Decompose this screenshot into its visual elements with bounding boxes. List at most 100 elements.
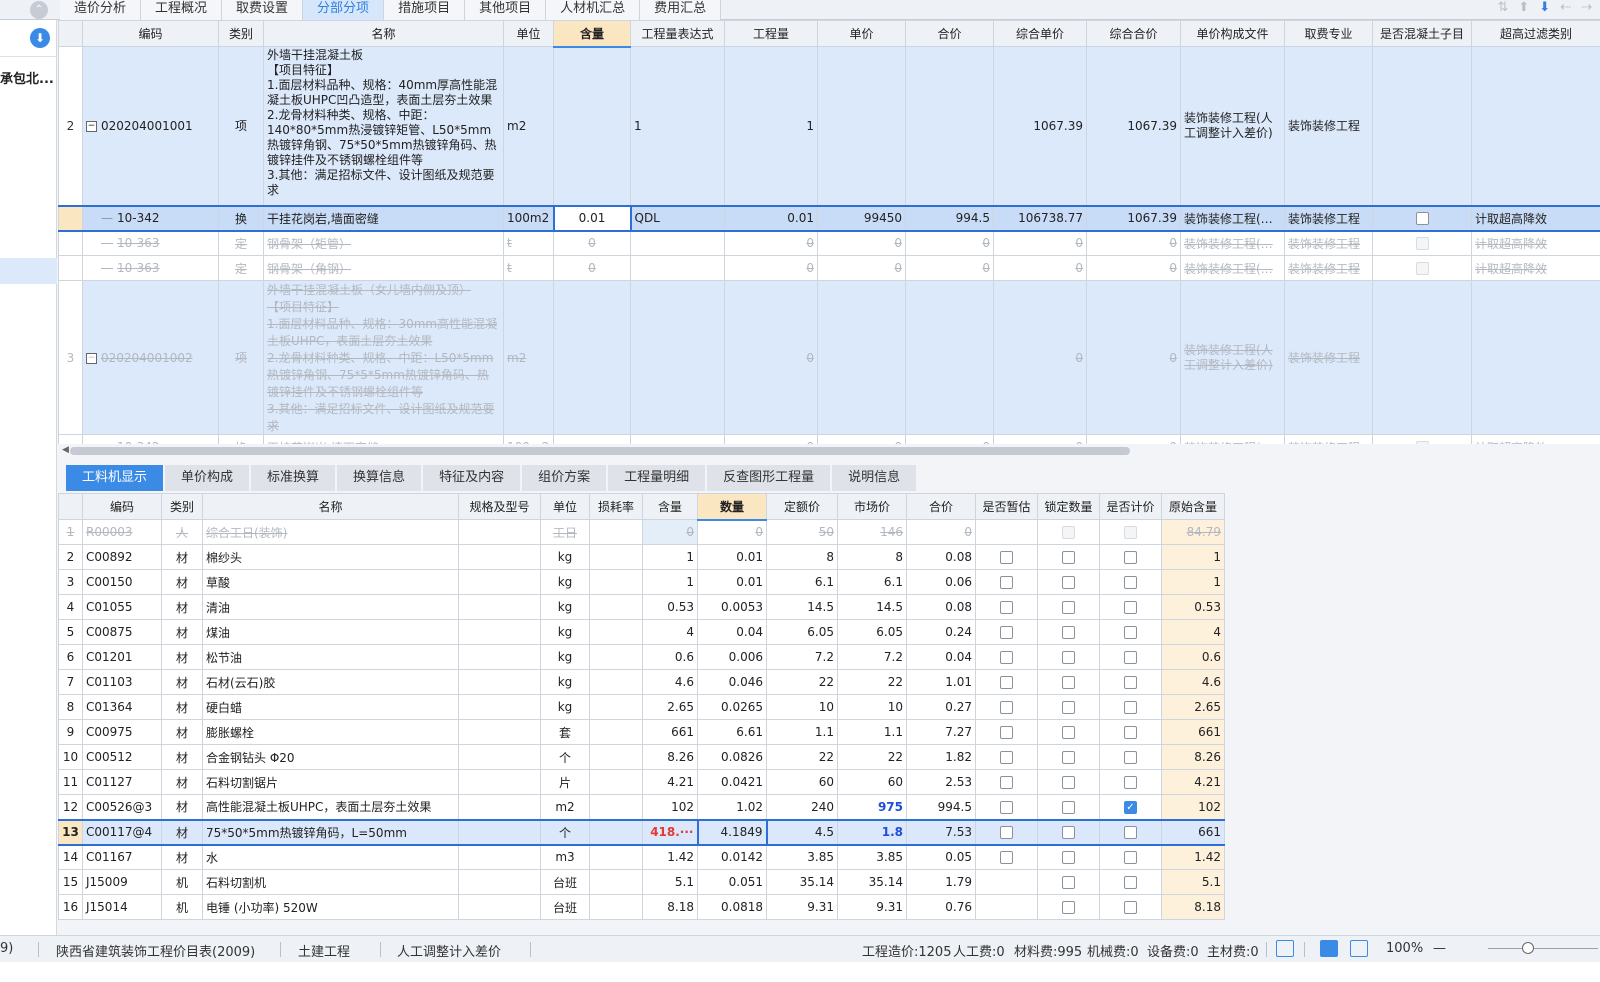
priced-checkbox[interactable] (1124, 651, 1137, 664)
cell-type[interactable]: 项 (218, 46, 264, 206)
lock-checkbox[interactable] (1062, 551, 1075, 564)
quota-row[interactable]: — 10-342 换 干挂花岗岩,墙面密缝 100m2 0.01 QDL 0.01 99450 9… (58, 204, 1600, 232)
cell-orig[interactable]: 2.65 (1161, 694, 1225, 720)
cell-unit[interactable]: 个 (540, 744, 590, 770)
cell-expr[interactable] (630, 280, 725, 435)
cell-code[interactable]: — 10-342 (82, 204, 219, 232)
cell-spec[interactable] (458, 818, 541, 846)
cell-file[interactable]: 装饰装修工程(… (1180, 230, 1285, 256)
cell-expr[interactable]: QDL (630, 204, 725, 232)
cell-spec[interactable] (458, 719, 541, 745)
cell-comp_price[interactable]: 0 (993, 280, 1087, 435)
cell-lock[interactable] (1037, 844, 1100, 870)
column-header[interactable]: 含量 (642, 493, 698, 520)
est-checkbox[interactable] (1000, 776, 1013, 789)
tab-6[interactable]: 人材机汇总 (546, 0, 641, 20)
cell-type[interactable]: 换 (218, 204, 264, 232)
cell-name[interactable]: 石料切割机 (202, 869, 459, 895)
cell-type[interactable]: 机 (161, 894, 203, 920)
cell-unit[interactable]: 100m2 (503, 204, 554, 232)
cell-orig[interactable]: 5.1 (1161, 869, 1225, 895)
column-header[interactable]: 工程量表达式 (630, 20, 725, 47)
cell-name[interactable]: 松节油 (202, 644, 459, 670)
cell-content[interactable]: 661 (642, 719, 698, 745)
lock-checkbox[interactable] (1062, 876, 1075, 889)
cell-loss[interactable] (589, 794, 643, 820)
cell-est[interactable] (975, 894, 1038, 920)
cell-priced[interactable] (1099, 719, 1162, 745)
cell-est[interactable] (975, 619, 1038, 645)
resource-row[interactable]: 3 C00150 材 草酸 kg 1 0.01 6.1 6.1 0.06 1 (58, 569, 1225, 595)
cell-qty[interactable]: 0.0818 (697, 894, 767, 920)
priced-checkbox[interactable] (1124, 876, 1137, 889)
cell-concrete[interactable] (1372, 204, 1472, 232)
cell-orig[interactable]: 1 (1161, 544, 1225, 570)
cell-filter[interactable]: 计取超高降效 (1471, 204, 1600, 232)
cell-qty[interactable]: 0 (724, 280, 818, 435)
column-header[interactable]: 编码 (82, 20, 219, 47)
cell-market[interactable]: 9.31 (837, 894, 907, 920)
cell-loss[interactable] (589, 594, 643, 620)
cell-content[interactable]: 4 (642, 619, 698, 645)
cell-est[interactable] (975, 818, 1038, 846)
cell-lock[interactable] (1037, 794, 1100, 820)
cell-spec[interactable] (458, 544, 541, 570)
cell-loss[interactable] (589, 619, 643, 645)
cell-comp_price[interactable]: 0 (993, 255, 1087, 281)
quota-row[interactable]: —10-342换干挂花岗岩,墙面密缝100m200000装饰装修工程(…装饰装修… (58, 434, 1600, 444)
cell-name[interactable]: 干挂花岗岩,墙面密缝 (263, 434, 504, 444)
cell-unit[interactable]: t (503, 255, 554, 281)
est-checkbox[interactable] (1000, 551, 1013, 564)
detail-tab-3[interactable]: 换算信息 (337, 465, 422, 491)
tab-3[interactable]: 分部分项 (303, 0, 385, 20)
cell-comp_total[interactable]: 1067.39 (1086, 46, 1181, 206)
cell-name[interactable]: 清油 (202, 594, 459, 620)
cell-lock[interactable] (1037, 694, 1100, 720)
cell-qty[interactable]: 0.0053 (697, 594, 767, 620)
cell-priced[interactable] (1099, 644, 1162, 670)
cell-content[interactable]: 0 (553, 230, 631, 256)
cell-lock[interactable] (1037, 519, 1100, 545)
column-header[interactable]: 类别 (161, 493, 203, 520)
resource-row[interactable]: 13 C00117@4 材 75*50*5mm热镀锌角码，L=50mm 个 418.···… (58, 818, 1225, 846)
cell-total[interactable]: 0.08 (906, 544, 976, 570)
cell-name[interactable]: 膨胀螺栓 (202, 719, 459, 745)
cell-comp_price[interactable]: 0 (993, 230, 1087, 256)
cell-est[interactable] (975, 544, 1038, 570)
cell-comp_price[interactable]: 1067.39 (993, 46, 1087, 206)
cell-loss[interactable] (589, 844, 643, 870)
cell-orig[interactable]: 102 (1161, 794, 1225, 820)
priced-checkbox[interactable] (1124, 551, 1137, 564)
cell-filter[interactable]: 计取超高降效 (1471, 255, 1600, 281)
cell-name[interactable]: 棉纱头 (202, 544, 459, 570)
cell-total[interactable]: 7.27 (906, 719, 976, 745)
resource-row[interactable]: 11 C01127 材 石料切割锯片 片 4.21 0.0421 60 60 2.53 4.21 (58, 769, 1225, 795)
cell-loss[interactable] (589, 544, 643, 570)
cell-quota[interactable]: 1.1 (766, 719, 838, 745)
cell-total[interactable]: 0.08 (906, 594, 976, 620)
cell-price[interactable]: 99450 (817, 204, 906, 232)
cell-orig[interactable]: 84.79 (1161, 519, 1225, 545)
cell-name[interactable]: 75*50*5mm热镀锌角码，L=50mm (202, 818, 459, 846)
lock-checkbox[interactable] (1062, 800, 1075, 814)
quota-row[interactable]: — 10-363 定 钢骨架（矩管） t 0 0 0 0 0 0 装饰装修工程(… 装饰装修工程 计取超高… (58, 230, 1600, 256)
cell-type[interactable]: 机 (161, 869, 203, 895)
cell-priced[interactable] (1099, 744, 1162, 770)
cell-lock[interactable] (1037, 869, 1100, 895)
est-checkbox[interactable] (1000, 601, 1013, 614)
view-mode-icon[interactable] (1320, 940, 1338, 957)
cell-qty[interactable]: 0.04 (697, 619, 767, 645)
cell-content[interactable]: 2.65 (642, 694, 698, 720)
est-checkbox[interactable] (1000, 576, 1013, 589)
cell-total[interactable]: 1.82 (906, 744, 976, 770)
cell-orig[interactable]: 8.18 (1161, 894, 1225, 920)
cell-name[interactable]: 石料切割锯片 (202, 769, 459, 795)
cell-orig[interactable]: 661 (1161, 818, 1225, 846)
column-header[interactable]: 类别 (218, 20, 264, 47)
cell-code[interactable]: C01167 (82, 844, 162, 870)
cell-code[interactable]: C00875 (82, 619, 162, 645)
resource-row[interactable]: 16 J15014 机 电锤 (小功率) 520W 台班 8.18 0.0818 9.31 9.… (58, 894, 1225, 920)
cell-market[interactable]: 1.8 (837, 818, 907, 846)
column-header[interactable]: 含量 (553, 20, 631, 48)
cell-content[interactable] (553, 434, 631, 444)
